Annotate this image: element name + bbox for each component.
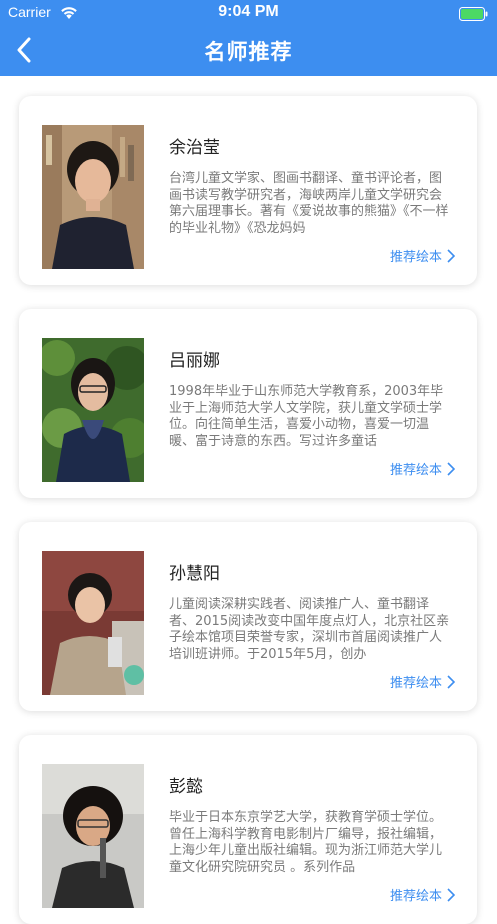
recommend-books-link[interactable]: 推荐绘本 <box>390 672 455 691</box>
teacher-card[interactable]: 彭懿 毕业于日本东京学艺大学，获教育学硕士学位。 曾任上海科学教育电影制片厂编导… <box>19 735 477 924</box>
app-header: Carrier 9:04 PM 名师推荐 <box>0 0 497 76</box>
chevron-right-icon <box>447 887 455 902</box>
teacher-card[interactable]: 余治莹 台湾儿童文学家、图画书翻译、童书评论者，图画书读写教学研究者，海峡两岸儿… <box>19 96 477 285</box>
teacher-avatar <box>42 338 144 482</box>
teacher-name: 彭懿 <box>169 777 203 797</box>
recommend-books-label: 推荐绘本 <box>389 676 442 691</box>
chevron-right-icon <box>447 461 455 476</box>
recommend-books-label: 推荐绘本 <box>389 463 442 478</box>
teacher-description: 毕业于日本东京学艺大学，获教育学硕士学位。 曾任上海科学教育电影制片厂编导，报社… <box>169 810 443 875</box>
teacher-description: 1998年毕业于山东师范大学教育系，2003年毕业于上海师范大学人文学院，获儿童… <box>169 384 444 449</box>
teacher-name: 吕丽娜 <box>169 351 220 371</box>
recommend-books-label: 推荐绘本 <box>389 250 442 265</box>
recommend-books-link[interactable]: 推荐绘本 <box>390 459 455 478</box>
teacher-avatar <box>42 125 144 269</box>
recommend-books-link[interactable]: 推荐绘本 <box>390 885 455 904</box>
recommend-books-label: 推荐绘本 <box>389 889 442 904</box>
battery-icon <box>459 6 489 21</box>
navigation-bar: 名师推荐 <box>0 26 497 76</box>
teacher-description: 儿童阅读深耕实践者、阅读推广人、童书翻译者、2015阅读改变中国年度点灯人，北京… <box>169 597 450 662</box>
chevron-right-icon <box>447 674 455 689</box>
teacher-avatar <box>42 551 144 695</box>
teacher-name: 孙慧阳 <box>169 564 220 584</box>
teacher-name: 余治莹 <box>169 138 220 158</box>
teacher-description: 台湾儿童文学家、图画书翻译、童书评论者，图画书读写教学研究者，海峡两岸儿童文学研… <box>169 171 449 236</box>
teacher-card[interactable]: 孙慧阳 儿童阅读深耕实践者、阅读推广人、童书翻译者、2015阅读改变中国年度点灯… <box>19 522 477 711</box>
teacher-avatar <box>42 764 144 908</box>
recommend-books-link[interactable]: 推荐绘本 <box>390 246 455 265</box>
page-title: 名师推荐 <box>204 40 293 64</box>
teacher-card[interactable]: 吕丽娜 1998年毕业于山东师范大学教育系，2003年毕业于上海师范大学人文学院… <box>19 309 477 498</box>
chevron-right-icon <box>447 248 455 263</box>
status-time: 9:04 PM <box>218 3 279 20</box>
status-bar: Carrier 9:04 PM <box>0 0 497 26</box>
